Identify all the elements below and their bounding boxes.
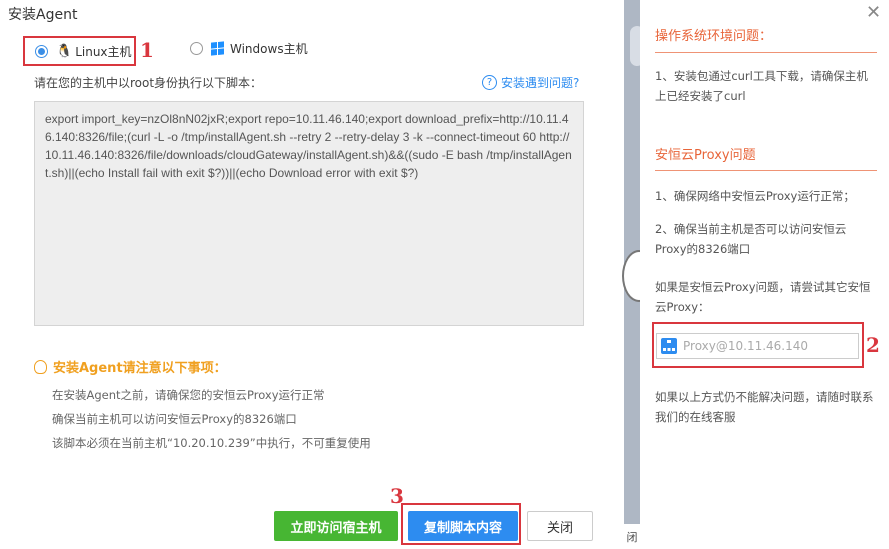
close-icon[interactable]: ✕ xyxy=(866,2,881,23)
script-instruction: 请在您的主机中以root身份执行以下脚本： xyxy=(34,76,263,90)
annotation-marker-1: 1 xyxy=(140,38,154,62)
linux-penguin-icon: 🐧 xyxy=(56,43,73,59)
proxy-select[interactable]: Proxy@10.11.46.140 xyxy=(656,333,859,359)
copy-script-button[interactable]: 复制脚本内容 xyxy=(408,511,518,541)
divider xyxy=(655,52,877,53)
proxy-placeholder: Proxy@10.11.46.140 xyxy=(683,339,809,353)
root: 安装Agent 🐧 Linux主机 1 Windows主机 请在您的主机中以ro… xyxy=(0,0,889,549)
proxy-item-1: 1、确保网络中安恒云Proxy运行正常； xyxy=(655,189,855,203)
os-env-section-title: 操作系统环境问题： xyxy=(655,29,773,44)
linux-radio[interactable] xyxy=(35,44,48,58)
support-footer: 如果以上方式仍不能解决问题，请随时联系我们的在线客服 xyxy=(655,390,874,424)
proxy-item-2: 2、确保当前主机是否可以访问安恒云Proxy的8326端口 xyxy=(655,222,847,256)
linux-option-label: Linux主机 xyxy=(75,44,132,59)
windows-logo-icon xyxy=(211,41,224,56)
notice-item: 在安装Agent之前，请确保您的安恒云Proxy运行正常 xyxy=(52,388,325,402)
proxy-hint: 如果是安恒云Proxy问题，请尝试其它安恒云Proxy： xyxy=(655,280,871,314)
windows-radio[interactable] xyxy=(190,42,203,55)
dialog-title: 安装Agent xyxy=(8,7,78,23)
windows-host-option[interactable]: Windows主机 xyxy=(190,40,308,57)
linux-host-option[interactable]: 🐧 Linux主机 xyxy=(23,36,136,66)
notice-item: 该脚本必须在当前主机“10.20.10.239”中执行，不可重复使用 xyxy=(52,436,371,450)
install-help-link[interactable]: ? 安装遇到问题? xyxy=(482,74,579,91)
windows-option-label: Windows主机 xyxy=(230,42,308,56)
network-icon xyxy=(661,338,677,354)
notice-title: 安装Agent请注意以下事项： xyxy=(53,361,227,376)
proxy-section-title: 安恒云Proxy问题 xyxy=(655,148,756,163)
divider xyxy=(655,170,877,171)
close-button[interactable]: 关闭 xyxy=(527,511,593,541)
lightbulb-icon xyxy=(34,359,47,374)
install-agent-dialog: 安装Agent 🐧 Linux主机 1 Windows主机 请在您的主机中以ro… xyxy=(0,0,624,549)
question-icon: ? xyxy=(482,75,497,90)
annotation-marker-2: 2 xyxy=(866,333,880,357)
notice-item: 确保当前主机可以访问安恒云Proxy的8326端口 xyxy=(52,412,297,426)
install-script-textarea[interactable]: export import_key=nzOl8nN02jxR;export re… xyxy=(34,101,584,326)
install-help-label: 安装遇到问题? xyxy=(501,76,580,90)
strip-bottom-text: 闭 xyxy=(624,524,640,549)
visit-host-button[interactable]: 立即访问宿主机 xyxy=(274,511,398,541)
os-env-text: 1、安装包通过curl工具下载，请确保主机上已经安装了curl xyxy=(655,69,868,103)
notice-heading: 安装Agent请注意以下事项： xyxy=(34,357,227,376)
